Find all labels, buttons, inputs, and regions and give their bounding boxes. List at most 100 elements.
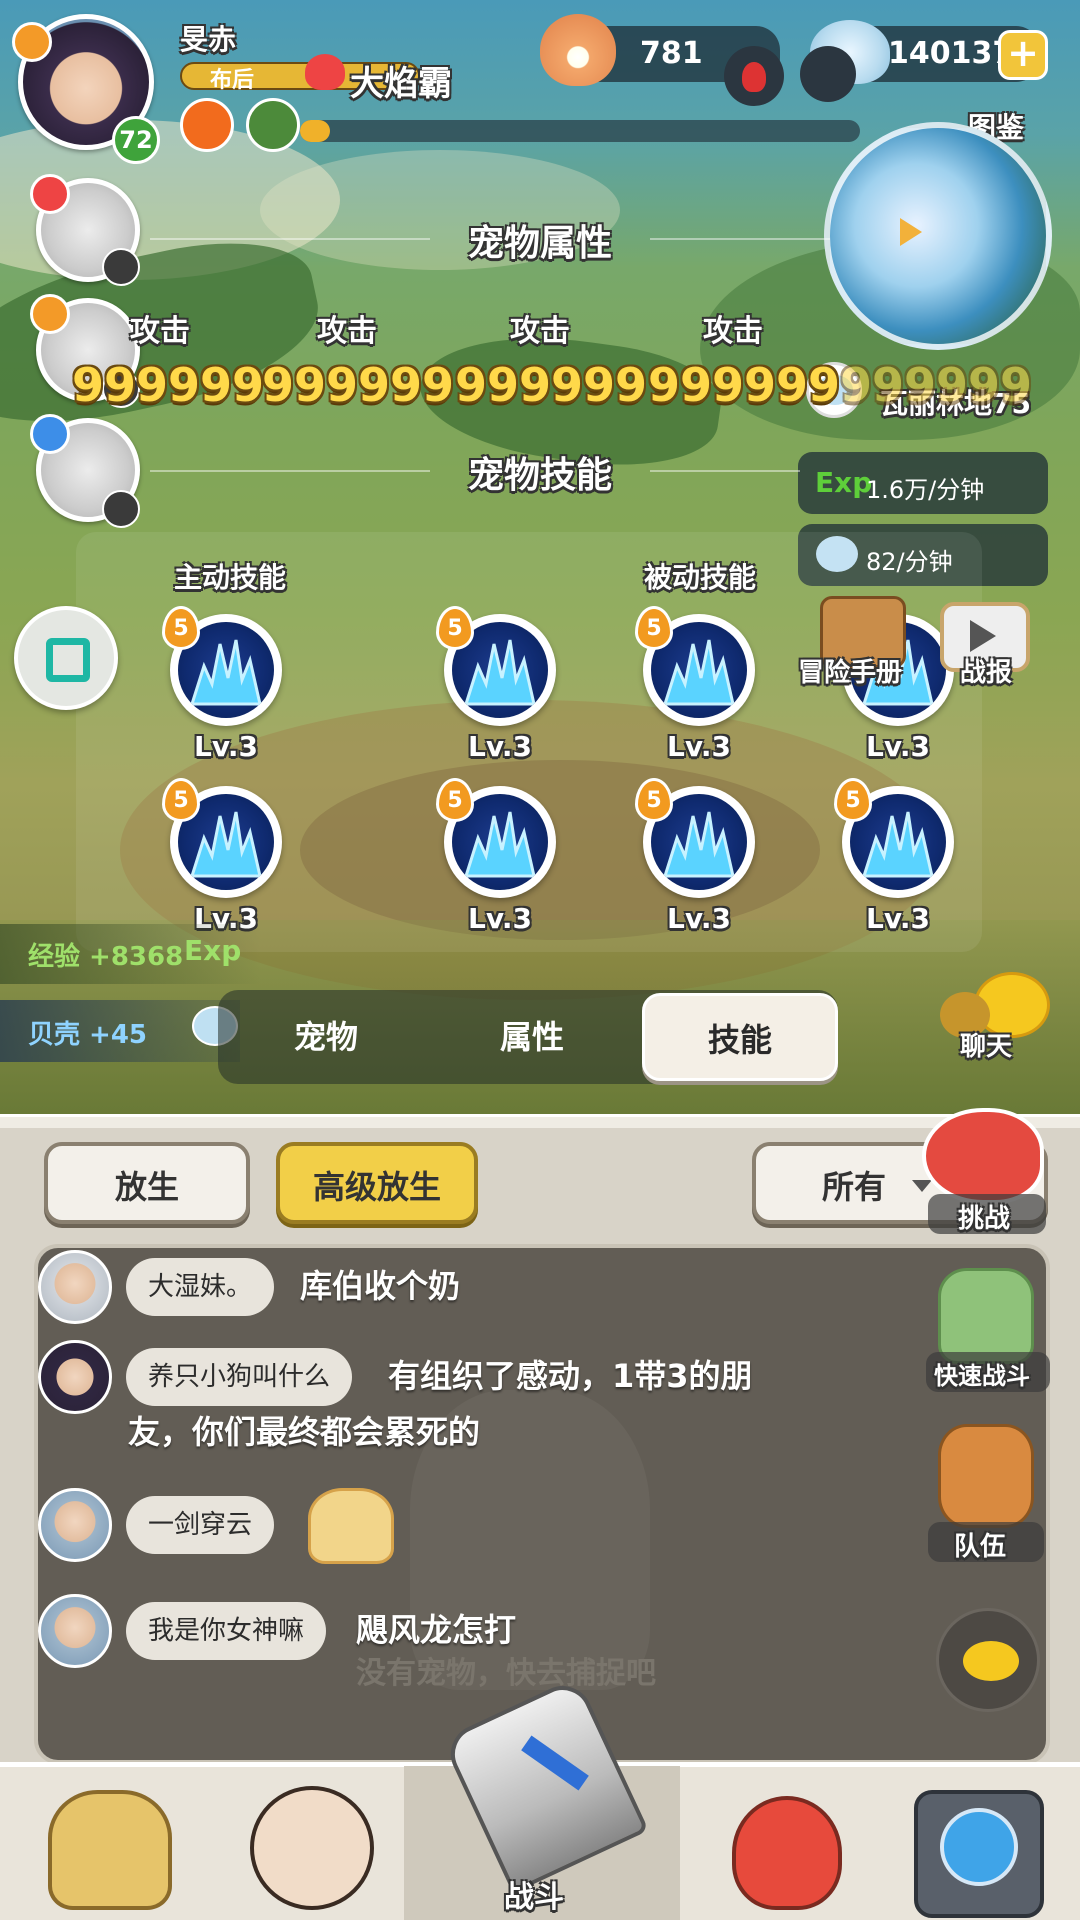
chat-label[interactable]: 聊天: [960, 1026, 1012, 1063]
quick-battle-label[interactable]: 快速战斗: [934, 1356, 1030, 1391]
chat-name[interactable]: 养只小狗叫什么: [126, 1348, 353, 1406]
class-emblem-icon: [12, 22, 52, 62]
skill-level: Lv.3: [468, 730, 532, 763]
plus-icon[interactable]: +: [998, 30, 1048, 80]
chat-name[interactable]: 一剑穿云: [126, 1496, 275, 1554]
skill-level: Lv.3: [194, 730, 258, 763]
skill-tier-badge: 5: [436, 606, 474, 650]
skill-tier-badge: 5: [635, 606, 673, 650]
skill-tier-badge: 5: [436, 778, 474, 822]
chat-message-1: 大湿妹。 库伯收个奶: [38, 1250, 778, 1330]
chat-message-3: 一剑穿云: [38, 1488, 778, 1568]
tab-skill[interactable]: 技能: [642, 993, 838, 1081]
skill-tier-badge: 5: [162, 778, 200, 822]
pet-attr-title: 宠物属性: [467, 223, 612, 264]
player-marker-icon: [900, 218, 922, 246]
sticker-chick-icon: [308, 1488, 394, 1564]
pet-skill-title: 宠物技能: [467, 455, 612, 496]
skill-tier-badge: 5: [834, 778, 872, 822]
challenge-dragon-icon[interactable]: [922, 1108, 1044, 1204]
skill-divider-right: [650, 470, 800, 472]
shell-value: 140137: [888, 36, 1014, 71]
attr-value-5: 999999: [840, 358, 1033, 412]
tab-attribute[interactable]: 属性: [452, 990, 612, 1084]
team-icon[interactable]: [938, 1424, 1034, 1528]
buff-orange-icon[interactable]: [180, 98, 234, 152]
skill-tier-badge: 5: [162, 606, 200, 650]
attr-value-1: 999999: [72, 358, 265, 412]
buff-green-icon[interactable]: [246, 98, 300, 152]
nav-battle-label[interactable]: 战斗: [504, 1872, 564, 1916]
skill-slot[interactable]: 5: [436, 606, 556, 726]
report-label[interactable]: 战报: [960, 652, 1012, 689]
skill-slot[interactable]: 5: [635, 606, 755, 726]
title-tag: 布后: [210, 68, 255, 93]
quick-battle-icon[interactable]: [938, 1268, 1034, 1364]
chat-avatar[interactable]: [38, 1594, 112, 1668]
attr-divider-right: [650, 238, 830, 240]
attr-value-4: 999999: [648, 358, 841, 412]
release-button[interactable]: 放生: [44, 1142, 250, 1224]
skill-level: Lv.3: [866, 902, 930, 935]
skill-slot[interactable]: 5: [436, 778, 556, 898]
chat-text: 有组织了感动，1带3的朋: [388, 1357, 753, 1395]
tab-pet[interactable]: 宠物: [246, 990, 406, 1084]
skill-level: Lv.3: [468, 902, 532, 935]
pearl-shell-icon: [540, 14, 616, 86]
chat-text-continued: 友，你们最终都会累死的: [128, 1413, 481, 1451]
attr-value-2: 999999: [262, 358, 455, 412]
chat-avatar[interactable]: [38, 1340, 112, 1414]
red-flame-icon: [800, 46, 856, 102]
skill-tier-badge: 5: [635, 778, 673, 822]
exp-gain-tag: Exp: [184, 934, 242, 967]
attr-label-4: 攻击: [703, 314, 763, 349]
portal-icon: [914, 1790, 1044, 1918]
chat-avatar[interactable]: [38, 1488, 112, 1562]
chat-name[interactable]: 我是你女神嘛: [126, 1602, 327, 1660]
nav-character-tab[interactable]: [28, 1770, 228, 1920]
chat-small-icon[interactable]: [102, 490, 140, 528]
cube-button[interactable]: [14, 606, 118, 710]
player-level-badge: 72: [112, 116, 160, 164]
attr-value-3: 999999: [455, 358, 648, 412]
chevron-down-icon: [912, 1180, 932, 1192]
nav-portal-tab[interactable]: [900, 1770, 1080, 1920]
passive-skill-label: 被动技能: [643, 561, 756, 594]
nav-hero-tab[interactable]: [230, 1770, 430, 1920]
fist-icon: [30, 174, 70, 214]
empty-hint: 没有宠物，快去捕捉吧: [356, 1656, 656, 1691]
chat-small-icon[interactable]: [102, 248, 140, 286]
skill-slot[interactable]: 5: [162, 778, 282, 898]
exp-rate-value: 1.6万/分钟: [866, 476, 985, 504]
skill-level: Lv.3: [667, 902, 731, 935]
exp-bar: [300, 120, 860, 142]
skill-slot[interactable]: 5: [162, 606, 282, 726]
adventure-book-label[interactable]: 冒险手册: [798, 652, 902, 689]
skill-level: Lv.3: [667, 730, 731, 763]
skill-slot[interactable]: 5: [635, 778, 755, 898]
attr-label-1: 攻击: [130, 314, 190, 349]
exp-gain-text: 经验 +8368: [28, 942, 184, 972]
heal-small-icon: [30, 414, 70, 454]
challenge-label[interactable]: 挑战: [958, 1198, 1010, 1235]
chat-avatar[interactable]: [38, 1250, 112, 1324]
skill-level: Lv.3: [866, 730, 930, 763]
panel-top-edge: [0, 1114, 1080, 1128]
skill-slot[interactable]: 5: [834, 778, 954, 898]
nav-pet-tab[interactable]: [722, 1770, 922, 1920]
chat-input-button[interactable]: [936, 1608, 1040, 1712]
attr-label-3: 攻击: [510, 314, 570, 349]
cube-icon: [46, 638, 90, 682]
hero-face-icon: [250, 1786, 374, 1910]
chat-name[interactable]: 大湿妹。: [126, 1258, 275, 1316]
attr-divider-left: [150, 238, 430, 240]
team-label[interactable]: 队伍: [954, 1526, 1006, 1563]
skill-divider-left: [150, 470, 430, 472]
flame-icon: [305, 54, 345, 90]
player-name: 旻赤: [180, 23, 237, 56]
shell-gain-text: 贝壳 +45: [28, 1020, 148, 1050]
chat-dots-icon: [963, 1641, 1019, 1681]
exp-tag: Exp: [815, 466, 873, 499]
fire-icon: [724, 46, 784, 106]
advanced-release-button[interactable]: 高级放生: [276, 1142, 478, 1224]
